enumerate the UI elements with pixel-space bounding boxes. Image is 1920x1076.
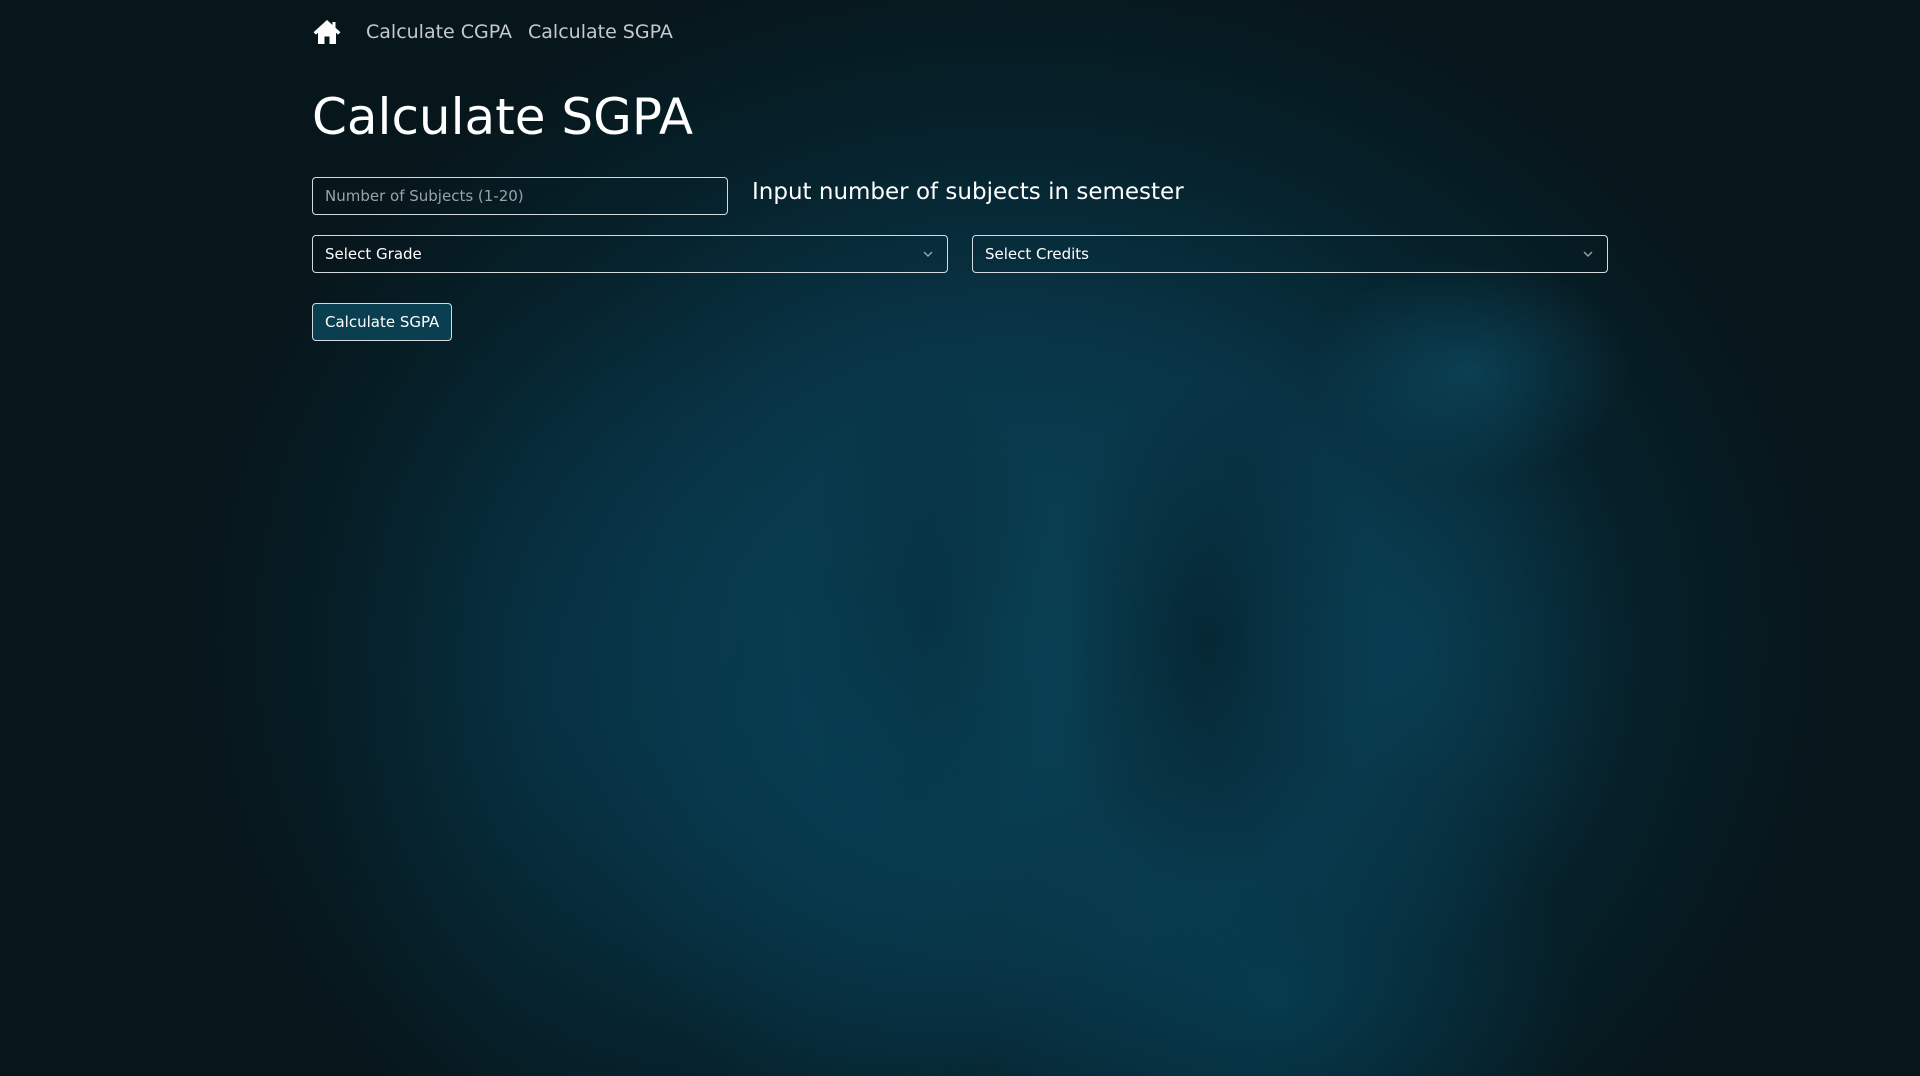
grade-select[interactable]: Select Grade [312,235,948,273]
page-title: Calculate SGPA [312,88,694,146]
top-navigation: Calculate CGPA Calculate SGPA [312,14,689,50]
grade-select-value: Select Grade [325,245,422,263]
calculate-sgpa-button[interactable]: Calculate SGPA [312,303,453,341]
nav-link-calculate-sgpa[interactable]: Calculate SGPA [528,21,673,43]
subjects-hint-label: Input number of subjects in semester [752,179,1184,205]
chevron-down-icon [921,247,935,261]
credits-select-value: Select Credits [985,245,1089,263]
nav-link-calculate-cgpa[interactable]: Calculate CGPA [366,21,512,43]
home-icon [312,17,342,47]
home-link[interactable] [312,17,342,47]
credits-select[interactable]: Select Credits [972,235,1608,273]
chevron-down-icon [1581,247,1595,261]
number-of-subjects-input[interactable] [312,177,728,215]
